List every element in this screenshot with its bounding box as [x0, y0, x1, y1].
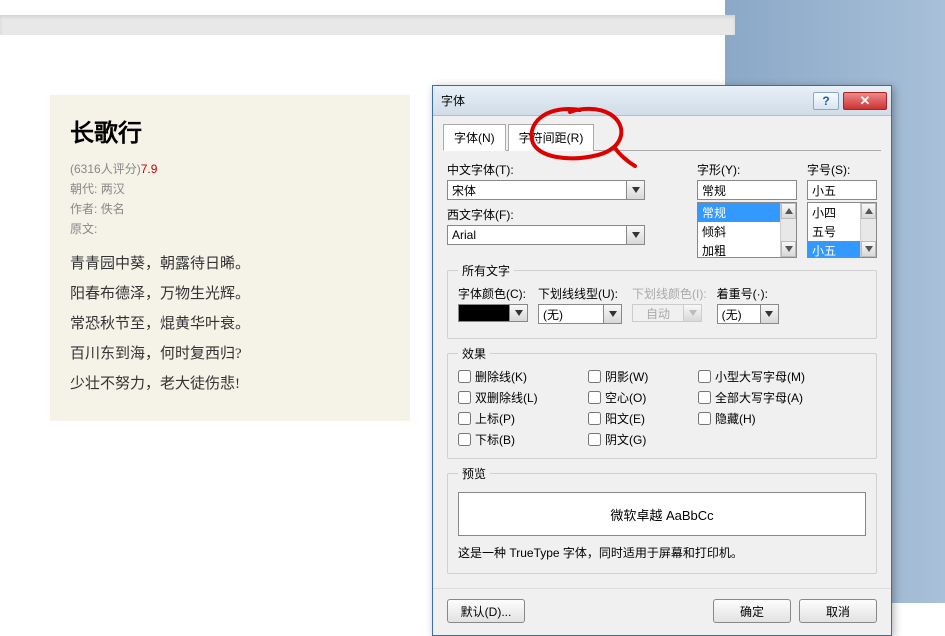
size-label: 字号(S): — [807, 161, 877, 178]
tab-char-spacing[interactable]: 字符间距(R) — [508, 124, 595, 151]
underline-style-input[interactable] — [538, 304, 604, 324]
all-text-group: 所有文字 字体颜色(C): 下划线线型(U): — [447, 262, 877, 339]
dialog-titlebar[interactable]: 字体 ? ✕ — [433, 86, 891, 116]
preview-note: 这是一种 TrueType 字体，同时适用于屏幕和打印机。 — [458, 542, 866, 563]
size-listbox[interactable]: 小四 五号 小五 — [807, 202, 877, 258]
style-label: 字形(Y): — [697, 161, 797, 178]
underline-color-label: 下划线颜色(I): — [632, 285, 707, 302]
author-line: 作者: 佚名 — [70, 200, 390, 217]
dynasty-line: 朝代: 两汉 — [70, 180, 390, 197]
emphasis-drop[interactable] — [761, 304, 779, 324]
latin-font-label: 西文字体(F): — [447, 206, 687, 223]
all-text-legend: 所有文字 — [458, 262, 514, 279]
cjk-font-label: 中文字体(T): — [447, 161, 687, 178]
emphasis-label: 着重号(·): — [717, 285, 779, 302]
cb-superscript[interactable]: 上标(P) — [458, 410, 588, 427]
scroll-up-icon[interactable] — [781, 203, 796, 219]
rating-count: (6316人评分) — [70, 162, 141, 176]
font-color-combo[interactable] — [458, 304, 528, 322]
tab-strip: 字体(N) 字符间距(R) — [433, 116, 891, 151]
cb-small-caps[interactable]: 小型大写字母(M) — [698, 368, 848, 385]
poem-line: 阳春布德泽，万物生光辉。 — [70, 279, 390, 309]
dialog-title: 字体 — [441, 92, 813, 109]
underline-style-label: 下划线线型(U): — [538, 285, 622, 302]
cjk-font-input[interactable] — [447, 180, 627, 200]
underline-color-drop — [684, 304, 702, 322]
underline-style-combo[interactable] — [538, 304, 622, 324]
style-input[interactable] — [697, 180, 797, 200]
font-color-label: 字体颜色(C): — [458, 285, 528, 302]
font-dialog: 字体 ? ✕ 字体(N) 字符间距(R) 中文字体(T): 西文字体(F): — [432, 85, 892, 636]
cb-shadow[interactable]: 阴影(W) — [588, 368, 698, 385]
cb-strikethrough[interactable]: 删除线(K) — [458, 368, 588, 385]
rating-line: (6316人评分)7.9 — [70, 160, 390, 177]
close-button[interactable]: ✕ — [843, 92, 887, 110]
page-top-shadow — [0, 15, 735, 35]
size-scrollbar[interactable] — [860, 203, 876, 257]
cb-hidden[interactable]: 隐藏(H) — [698, 410, 848, 427]
poem-line: 少壮不努力，老大徒伤悲! — [70, 369, 390, 399]
article-panel: 长歌行 (6316人评分)7.9 朝代: 两汉 作者: 佚名 原文: 青青园中葵… — [50, 95, 410, 421]
underline-color-combo: 自动 — [632, 304, 707, 322]
size-input[interactable] — [807, 180, 877, 200]
article-title: 长歌行 — [70, 113, 390, 148]
poem-line: 青青园中葵，朝露待日晞。 — [70, 249, 390, 279]
poem-body: 青青园中葵，朝露待日晞。 阳春布德泽，万物生光辉。 常恐秋节至，焜黄华叶衰。 百… — [70, 249, 390, 399]
latin-font-drop[interactable] — [627, 225, 645, 245]
font-color-drop[interactable] — [510, 304, 528, 322]
cb-outline[interactable]: 空心(O) — [588, 389, 698, 406]
latin-font-input[interactable] — [447, 225, 627, 245]
original-label: 原文: — [70, 220, 390, 237]
dialog-button-row: 默认(D)... 确定 取消 — [433, 588, 891, 635]
emphasis-input[interactable] — [717, 304, 761, 324]
poem-line: 常恐秋节至，焜黄华叶衰。 — [70, 309, 390, 339]
underline-color-auto: 自动 — [632, 304, 684, 322]
underline-style-drop[interactable] — [604, 304, 622, 324]
cb-all-caps[interactable]: 全部大写字母(A) — [698, 389, 848, 406]
scroll-down-icon[interactable] — [781, 241, 796, 257]
emphasis-combo[interactable] — [717, 304, 779, 324]
style-scrollbar[interactable] — [780, 203, 796, 257]
tab-font[interactable]: 字体(N) — [443, 124, 506, 151]
cjk-font-combo[interactable] — [447, 180, 687, 200]
help-button[interactable]: ? — [813, 92, 839, 110]
cb-engrave[interactable]: 阴文(G) — [588, 431, 698, 448]
cjk-font-drop[interactable] — [627, 180, 645, 200]
preview-legend: 预览 — [458, 465, 490, 482]
scroll-up-icon[interactable] — [861, 203, 876, 219]
style-listbox[interactable]: 常规 倾斜 加粗 — [697, 202, 797, 258]
font-color-swatch — [458, 304, 510, 322]
scroll-down-icon[interactable] — [861, 241, 876, 257]
cb-emboss[interactable]: 阳文(E) — [588, 410, 698, 427]
effects-group: 效果 删除线(K) 阴影(W) 小型大写字母(M) 双删除线(L) 空心(O) … — [447, 345, 877, 459]
poem-line: 百川东到海，何时复西归? — [70, 339, 390, 369]
cb-double-strikethrough[interactable]: 双删除线(L) — [458, 389, 588, 406]
rating-score: 7.9 — [141, 162, 158, 176]
preview-box: 微软卓越 AaBbCc — [458, 492, 866, 536]
latin-font-combo[interactable] — [447, 225, 687, 245]
cb-subscript[interactable]: 下标(B) — [458, 431, 588, 448]
effects-legend: 效果 — [458, 345, 490, 362]
preview-group: 预览 微软卓越 AaBbCc 这是一种 TrueType 字体，同时适用于屏幕和… — [447, 465, 877, 574]
